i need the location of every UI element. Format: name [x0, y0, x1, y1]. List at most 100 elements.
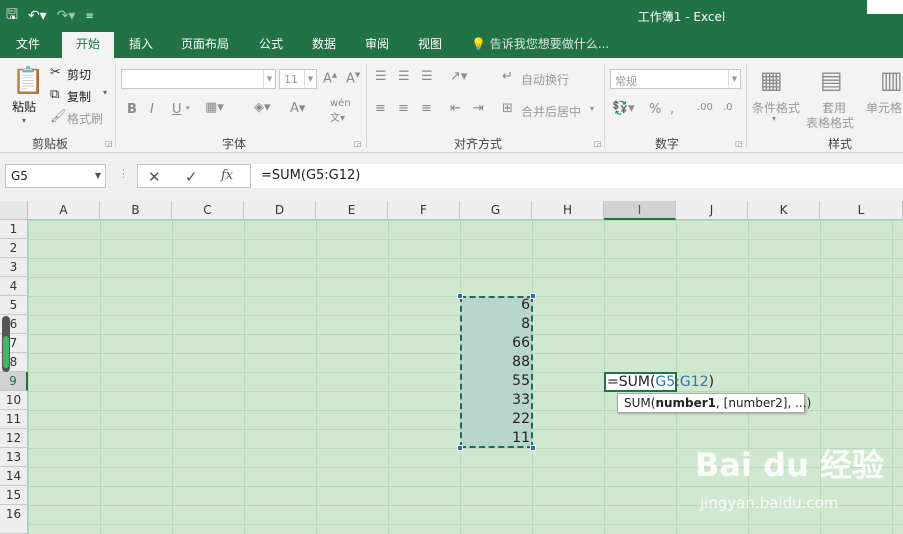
row-header-13[interactable]: 13 [0, 448, 28, 467]
number-format-combo[interactable]: 常规 ▼ [610, 69, 741, 89]
number-launcher-icon[interactable]: ◲ [735, 139, 743, 148]
decrease-indent-icon[interactable]: ⇤ [450, 101, 461, 116]
tab-file[interactable]: 文件 [16, 32, 40, 58]
tab-review[interactable]: 审阅 [365, 32, 389, 58]
name-box[interactable]: G5 ▼ [5, 164, 106, 188]
column-header-k[interactable]: K [748, 201, 820, 220]
align-top-icon[interactable]: ☰ [375, 69, 387, 84]
merge-center-button[interactable]: 合并后居中 [521, 103, 581, 120]
row-header-5[interactable]: 5 [0, 296, 28, 315]
accounting-format-icon[interactable]: 💱▾ [612, 101, 635, 116]
column-header-j[interactable]: J [676, 201, 748, 220]
insert-function-icon[interactable]: fx [221, 168, 233, 183]
column-header-d[interactable]: D [244, 201, 316, 220]
bold-icon[interactable]: B [127, 102, 137, 117]
copy-chevron-down-icon[interactable]: ▾ [103, 88, 107, 97]
tab-page-layout[interactable]: 页面布局 [181, 32, 229, 58]
row-header-4[interactable]: 4 [0, 277, 28, 296]
column-header-h[interactable]: H [532, 201, 604, 220]
font-color-icon[interactable]: A▾ [290, 101, 305, 116]
align-right-icon[interactable]: ≡ [421, 101, 432, 116]
column-header-a[interactable]: A [28, 201, 100, 220]
merge-chevron-down-icon[interactable]: ▾ [590, 104, 594, 113]
align-middle-icon[interactable]: ☰ [398, 69, 410, 84]
row-header-15[interactable]: 15 [0, 486, 28, 505]
row-header-9[interactable]: 9 [0, 372, 28, 391]
fill-color-icon[interactable]: ◈▾ [254, 100, 271, 115]
column-header-f[interactable]: F [388, 201, 460, 220]
cancel-icon[interactable]: ✕ [148, 168, 161, 186]
increase-indent-icon[interactable]: ⇥ [473, 101, 484, 116]
column-header-i[interactable]: I [604, 201, 676, 220]
alignment-launcher-icon[interactable]: ◲ [594, 139, 602, 148]
decrease-font-icon[interactable]: A▼ [346, 71, 360, 86]
wrap-text-button[interactable]: 自动换行 [521, 71, 569, 88]
cell-g8[interactable]: 88 [460, 354, 530, 370]
decrease-decimal-icon[interactable]: .0 [723, 102, 733, 113]
title-bar: 🖫 ↶▾ ↷▾ ≡ 工作簿1 - Excel [0, 0, 903, 32]
scroll-indicator[interactable] [2, 316, 10, 372]
row-header-12[interactable]: 12 [0, 429, 28, 448]
tab-insert[interactable]: 插入 [129, 32, 153, 58]
row-header-1[interactable]: 1 [0, 220, 28, 239]
cell-g6[interactable]: 8 [460, 316, 530, 332]
column-header-e[interactable]: E [316, 201, 388, 220]
row-header-3[interactable]: 3 [0, 258, 28, 277]
window-controls[interactable] [867, 0, 903, 14]
cell-g5[interactable]: 6 [460, 297, 530, 313]
function-tooltip[interactable]: SUM(number1, [number2], ...) [617, 393, 811, 413]
cut-button[interactable]: 剪切 [67, 66, 91, 83]
clipboard-launcher-icon[interactable]: ◲ [105, 139, 113, 148]
cell-g9[interactable]: 55 [460, 373, 530, 389]
conditional-chevron-down-icon[interactable]: ▾ [772, 114, 776, 123]
tab-formulas[interactable]: 公式 [259, 32, 283, 58]
tab-home[interactable]: 开始 [62, 32, 114, 58]
select-all-button[interactable] [0, 201, 28, 220]
row-header-10[interactable]: 10 [0, 391, 28, 410]
row-header-11[interactable]: 11 [0, 410, 28, 429]
align-left-icon[interactable]: ≡ [375, 101, 386, 116]
increase-decimal-icon[interactable]: .00 [697, 102, 713, 113]
format-painter-button[interactable]: 格式刷 [67, 110, 103, 127]
formula-input[interactable]: =SUM(G5:G12) [250, 164, 903, 188]
row-header-2[interactable]: 2 [0, 239, 28, 258]
format-as-table-button-line2[interactable]: 表格格式 [806, 114, 854, 131]
column-header-l[interactable]: L [820, 201, 903, 220]
enter-icon[interactable]: ✓ [185, 168, 198, 186]
tab-view[interactable]: 视图 [418, 32, 442, 58]
cell-g7[interactable]: 66 [460, 335, 530, 351]
tab-data[interactable]: 数据 [312, 32, 336, 58]
cell-g11[interactable]: 22 [460, 411, 530, 427]
font-launcher-icon[interactable]: ◲ [354, 139, 362, 148]
column-header-g[interactable]: G [460, 201, 532, 220]
cell-g12[interactable]: 11 [460, 430, 530, 446]
format-painter-icon: 🖌 [50, 109, 67, 124]
column-header-b[interactable]: B [100, 201, 172, 220]
percent-icon[interactable]: % [649, 102, 661, 117]
phonetic-guide-icon[interactable]: wén 文▾ [330, 98, 351, 124]
borders-icon[interactable]: ▦▾ [205, 100, 224, 115]
orientation-icon[interactable]: ↗▾ [450, 69, 467, 84]
italic-icon[interactable]: I [150, 102, 154, 117]
row-header-16[interactable]: 16 [0, 505, 28, 534]
align-bottom-icon[interactable]: ☰ [421, 69, 433, 84]
cell-i9-formula[interactable]: =SUM(G5:G12) [607, 374, 714, 390]
cell-g10[interactable]: 33 [460, 392, 530, 408]
increase-font-icon[interactable]: A▲ [323, 71, 337, 86]
tell-me-box[interactable]: 💡 告诉我您想要做什么... [471, 32, 609, 58]
comma-style-icon[interactable]: , [670, 102, 674, 117]
underline-icon[interactable]: U [172, 102, 182, 117]
font-name-combo[interactable]: ▼ [121, 69, 276, 89]
range-handle[interactable] [530, 445, 536, 451]
align-center-icon[interactable]: ≡ [398, 101, 409, 116]
column-header-c[interactable]: C [172, 201, 244, 220]
copy-button[interactable]: 复制 [67, 88, 91, 105]
range-handle[interactable] [530, 293, 536, 299]
row-header-14[interactable]: 14 [0, 467, 28, 486]
paste-button[interactable]: 粘贴 [12, 98, 36, 115]
cell-styles-button[interactable]: 单元格 [866, 99, 902, 116]
font-size-combo[interactable]: 11 ▼ [279, 69, 317, 89]
paste-chevron-down-icon[interactable]: ▾ [22, 116, 26, 125]
underline-chevron-down-icon[interactable]: ▾ [186, 104, 190, 112]
paste-icon[interactable]: 📋 [12, 66, 44, 96]
